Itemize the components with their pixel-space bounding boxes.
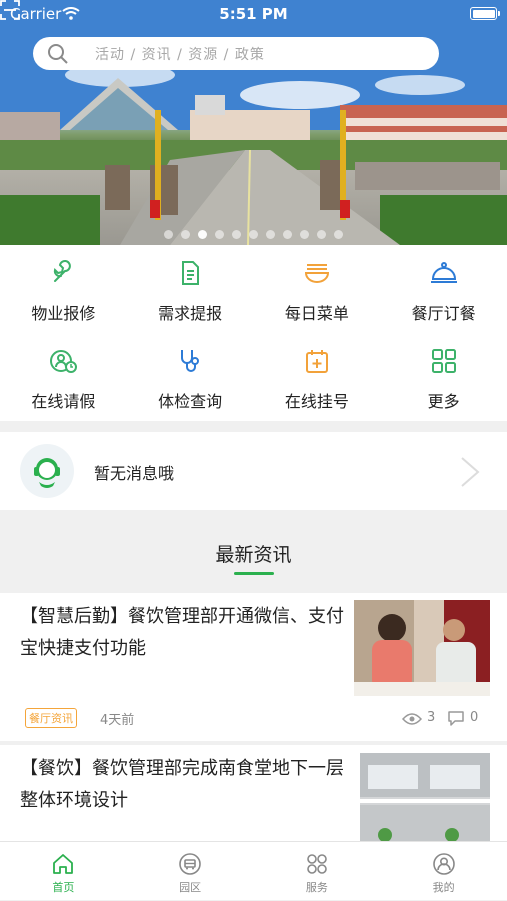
document-icon (182, 261, 200, 285)
search-placeholder[interactable]: 活动 / 资讯 / 资源 / 政策 (95, 44, 265, 64)
pagination-dot[interactable] (198, 230, 207, 239)
user-icon (432, 853, 455, 875)
grid-item-order[interactable]: 餐厅订餐 (380, 245, 507, 333)
grid-item-menu[interactable]: 每日菜单 (254, 245, 381, 333)
service-avatar (20, 444, 74, 498)
message-bar[interactable]: 暂无消息哦 (0, 432, 507, 510)
grid-item-register[interactable]: 在线挂号 (254, 333, 381, 421)
views-count: 3 (427, 710, 436, 725)
tab-campus[interactable]: 园区 (127, 842, 254, 901)
grid-more-icon (431, 349, 456, 373)
status-time: 5:51 PM (219, 5, 288, 23)
status-bar: Carrier 5:51 PM (0, 0, 507, 28)
news-title-underline (234, 572, 274, 575)
grid-label: 需求提报 (158, 304, 223, 323)
grid-label: 物业报修 (31, 304, 96, 323)
grid-label: 餐厅订餐 (411, 304, 476, 323)
tab-services[interactable]: 服务 (254, 842, 381, 901)
news-item[interactable]: 【餐饮】餐饮管理部完成南食堂地下一层整体环境设计 (0, 745, 507, 841)
pagination-dot[interactable] (215, 230, 224, 239)
grid-item-request[interactable]: 需求提报 (127, 245, 254, 333)
tab-label: 我的 (432, 881, 455, 894)
grid-item-leave[interactable]: 在线请假 (0, 333, 127, 421)
pagination-dot[interactable] (334, 230, 343, 239)
search-icon (48, 44, 68, 64)
views-eye-icon (402, 713, 422, 725)
wrench-icon (54, 260, 72, 282)
pagination-dot[interactable] (300, 230, 309, 239)
pagination-dot[interactable] (232, 230, 241, 239)
home-icon (53, 854, 74, 874)
news-item[interactable]: 【智慧后勤】餐饮管理部开通微信、支付宝快捷支付功能 餐厅资讯 4天前 3 0 (0, 593, 507, 741)
news-item-title: 【智慧后勤】餐饮管理部开通微信、支付宝快捷支付功能 (20, 606, 344, 659)
pagination-dot[interactable] (283, 230, 292, 239)
tab-label: 首页 (52, 881, 75, 894)
grid-label: 在线挂号 (284, 392, 349, 411)
news-item-title: 【餐饮】餐饮管理部完成南食堂地下一层整体环境设计 (20, 758, 344, 811)
news-section-title: 最新资讯 (215, 544, 292, 566)
pagination-dot[interactable] (266, 230, 275, 239)
bowl-icon (304, 264, 329, 283)
pagination-dot[interactable] (249, 230, 258, 239)
grid-label: 体检查询 (158, 392, 223, 411)
grid-label: 每日菜单 (284, 304, 349, 323)
scan-icon[interactable] (0, 0, 20, 20)
stethoscope-icon (181, 350, 200, 372)
news-tag: 餐厅资讯 (25, 708, 77, 728)
banner-pagination[interactable] (0, 230, 507, 240)
comment-icon (448, 711, 464, 726)
tab-home[interactable]: 首页 (0, 842, 127, 901)
news-thumbnail (354, 600, 490, 696)
grid-item-more[interactable]: 更多 (380, 333, 507, 421)
grid-label: 在线请假 (31, 392, 96, 411)
leave-clock-icon (50, 350, 78, 373)
news-thumbnail (360, 753, 490, 841)
pagination-dot[interactable] (181, 230, 190, 239)
grid-item-checkup[interactable]: 体检查询 (127, 333, 254, 421)
news-header: 最新资讯 (0, 512, 507, 593)
pagination-dot[interactable] (317, 230, 326, 239)
pagination-dot[interactable] (164, 230, 173, 239)
service-grid: 物业报修 需求提报 每日菜单 餐厅订餐 在线请假 体检查询 在线挂号 更多 (0, 245, 507, 421)
comments-count: 0 (470, 710, 479, 725)
news-time: 4天前 (100, 713, 135, 728)
services-grid-icon (307, 854, 327, 874)
calendar-plus-icon (305, 350, 328, 373)
tab-label: 园区 (179, 881, 202, 894)
cloche-icon (430, 262, 457, 283)
grid-item-repair[interactable]: 物业报修 (0, 245, 127, 333)
search-bar[interactable]: 活动 / 资讯 / 资源 / 政策 (33, 37, 439, 70)
tab-label: 服务 (305, 881, 328, 894)
hero-banner[interactable]: Carrier 5:51 PM 活动 / 资讯 / 资源 / 政策 (0, 0, 507, 245)
chevron-right-icon (461, 457, 480, 487)
tab-bar: 首页 园区 服务 我的 (0, 841, 507, 900)
battery-icon (470, 7, 500, 20)
grid-label: 更多 (427, 392, 460, 411)
tab-profile[interactable]: 我的 (380, 842, 507, 901)
headset-icon (34, 458, 60, 488)
message-text: 暂无消息哦 (94, 464, 175, 483)
campus-bus-icon (179, 853, 201, 875)
